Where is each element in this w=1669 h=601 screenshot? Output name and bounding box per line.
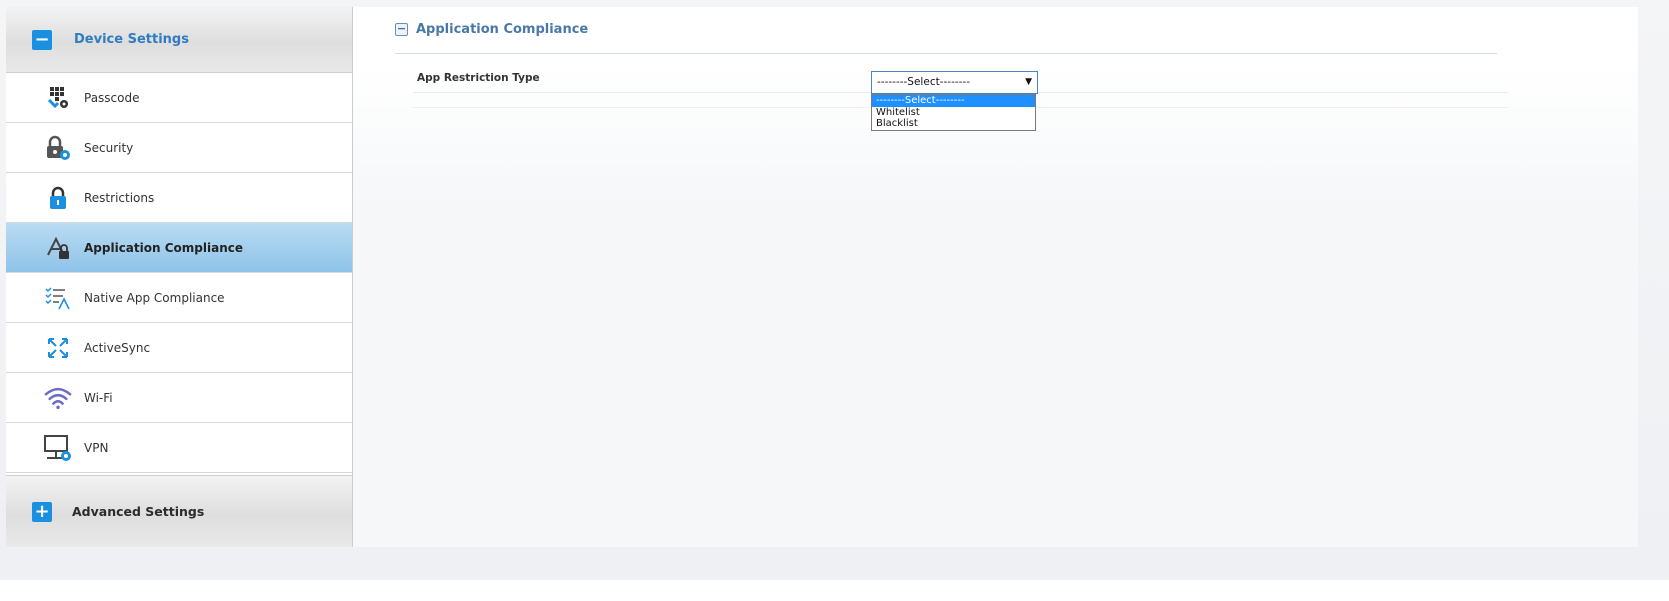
dropdown-option-whitelist[interactable]: Whitelist <box>872 107 1035 119</box>
sidebar-item-label: VPN <box>84 440 109 455</box>
activesync-icon <box>44 334 72 362</box>
section-header[interactable]: − Application Compliance <box>395 22 588 37</box>
main-content: − Application Compliance App Restriction… <box>353 7 1638 547</box>
sidebar-item-security[interactable]: Security <box>6 123 352 173</box>
select-value: --------Select-------- <box>877 76 971 88</box>
app-compliance-icon <box>44 234 72 262</box>
expand-icon[interactable]: + <box>32 501 52 522</box>
sidebar-item-label: Passcode <box>84 90 140 105</box>
sidebar-item-passcode[interactable]: Passcode <box>6 73 352 123</box>
device-settings-list: Passcode Security Restrictions Applicati… <box>6 73 352 473</box>
app-frame: − Device Settings Passcode Security Rest… <box>6 7 1638 547</box>
dropdown-option-select[interactable]: --------Select-------- <box>872 95 1035 107</box>
vpn-icon <box>44 434 72 462</box>
app-restriction-type-dropdown: --------Select-------- Whitelist Blackli… <box>871 94 1036 131</box>
dropdown-option-blacklist[interactable]: Blacklist <box>872 118 1035 130</box>
section-title: Application Compliance <box>416 22 589 37</box>
advanced-settings-title: Advanced Settings <box>72 504 205 519</box>
sidebar-item-label: Native App Compliance <box>84 290 225 305</box>
sidebar-item-vpn[interactable]: VPN <box>6 423 352 473</box>
sidebar-item-wifi[interactable]: Wi-Fi <box>6 373 352 423</box>
passcode-icon <box>44 84 72 112</box>
sidebar-item-label: Wi-Fi <box>84 390 113 405</box>
security-icon <box>44 134 72 162</box>
sidebar-item-restrictions[interactable]: Restrictions <box>6 173 352 223</box>
sidebar-item-application-compliance[interactable]: Application Compliance <box>6 223 352 273</box>
lock-icon <box>44 184 72 212</box>
sidebar-item-label: ActiveSync <box>84 340 151 355</box>
device-settings-header[interactable]: − Device Settings <box>6 7 352 73</box>
collapse-icon[interactable]: − <box>32 29 52 50</box>
app-restriction-type-select[interactable]: --------Select-------- ▼ <box>871 71 1038 94</box>
wifi-icon <box>44 384 72 412</box>
sidebar-item-label: Application Compliance <box>84 240 243 255</box>
app-restriction-type-label: App Restriction Type <box>417 72 540 84</box>
sidebar-item-activesync[interactable]: ActiveSync <box>6 323 352 373</box>
section-divider <box>395 53 1497 54</box>
sidebar-item-native-app-compliance[interactable]: Native App Compliance <box>6 273 352 323</box>
section-collapse-icon[interactable]: − <box>395 23 408 36</box>
sidebar-item-label: Security <box>84 140 134 155</box>
native-app-compliance-icon <box>44 284 72 312</box>
chevron-down-icon[interactable]: ▼ <box>1025 72 1032 93</box>
device-settings-title: Device Settings <box>74 32 189 47</box>
advanced-settings-header[interactable]: + Advanced Settings <box>6 475 352 547</box>
sidebar: − Device Settings Passcode Security Rest… <box>6 7 353 547</box>
sidebar-item-label: Restrictions <box>84 190 155 205</box>
